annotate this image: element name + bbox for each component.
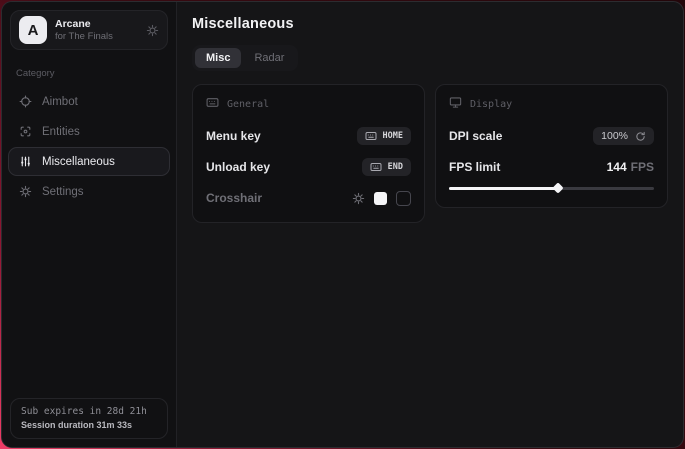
brand-card: A Arcane for The Finals	[10, 10, 168, 50]
gear-icon[interactable]	[352, 192, 365, 205]
tab-bar: Misc Radar	[192, 45, 298, 71]
display-card: Display DPI scale 100% FPS limit 144 FPS	[435, 84, 668, 208]
subscription-info-box: Sub expires in 28d 21h Session duration …	[10, 398, 168, 439]
sidebar-item-aimbot[interactable]: Aimbot	[8, 87, 170, 116]
sidebar-item-label: Aimbot	[42, 96, 78, 108]
crosshair-label: Crosshair	[206, 191, 262, 205]
cards-row: General Menu key HOME Unload key	[192, 84, 668, 223]
menu-key-value: HOME	[383, 131, 403, 141]
fps-limit-label: FPS limit	[449, 160, 500, 174]
display-card-header: Display	[449, 96, 654, 112]
tab-radar[interactable]: Radar	[243, 48, 295, 68]
unload-key-label: Unload key	[206, 160, 270, 174]
general-card: General Menu key HOME Unload key	[192, 84, 425, 223]
unload-key-value: END	[388, 162, 403, 172]
sidebar-item-settings[interactable]: Settings	[8, 177, 170, 206]
dpi-scale-row: DPI scale 100%	[449, 125, 654, 147]
sidebar-item-label: Entities	[42, 126, 80, 138]
app-logo: A	[19, 16, 47, 44]
fps-slider-thumb[interactable]	[552, 182, 563, 193]
display-card-title: Display	[470, 99, 512, 110]
session-duration-text: Session duration 31m 33s	[21, 420, 157, 430]
sidebar-item-label: Miscellaneous	[42, 156, 115, 168]
app-subtitle: for The Finals	[55, 31, 113, 43]
gear-icon[interactable]	[146, 24, 159, 37]
sidebar-item-entities[interactable]: Entities	[8, 117, 170, 146]
fps-limit-value: 144 FPS	[607, 160, 654, 174]
fps-limit-row: FPS limit 144 FPS	[449, 156, 654, 178]
fps-limit-slider[interactable]	[449, 182, 654, 194]
tab-misc[interactable]: Misc	[195, 48, 241, 68]
fps-slider-fill	[449, 187, 558, 190]
scan-eye-icon	[19, 125, 32, 138]
sidebar-item-miscellaneous[interactable]: Miscellaneous	[8, 147, 170, 176]
unload-key-row: Unload key END	[206, 156, 411, 178]
crosshair-checkbox[interactable]	[396, 191, 411, 206]
monitor-icon	[449, 96, 462, 112]
fps-number: 144	[607, 160, 627, 174]
dpi-scale-label: DPI scale	[449, 129, 502, 143]
sliders-icon	[19, 155, 32, 168]
sidebar-item-label: Settings	[42, 186, 84, 198]
crosshair-row: Crosshair	[206, 187, 411, 209]
main-content: Miscellaneous Misc Radar General Menu ke…	[177, 2, 683, 447]
dpi-scale-select[interactable]: 100%	[593, 127, 654, 145]
unload-key-bind-button[interactable]: END	[362, 158, 411, 176]
app-window: A Arcane for The Finals Category Aimbot	[1, 1, 684, 448]
dpi-scale-value: 100%	[601, 130, 628, 142]
category-label: Category	[16, 68, 162, 79]
sidebar-nav: Aimbot Entities Miscellaneous Settings	[2, 87, 176, 206]
sidebar: A Arcane for The Finals Category Aimbot	[2, 2, 177, 447]
crosshair-color-swatch[interactable]	[374, 192, 387, 205]
general-card-title: General	[227, 99, 269, 110]
crosshair-icon	[19, 95, 32, 108]
keyboard-icon	[365, 130, 377, 142]
fps-unit: FPS	[631, 160, 654, 174]
crosshair-controls	[352, 191, 411, 206]
menu-key-row: Menu key HOME	[206, 125, 411, 147]
general-card-header: General	[206, 96, 411, 112]
refresh-icon[interactable]	[635, 131, 646, 142]
menu-key-bind-button[interactable]: HOME	[357, 127, 411, 145]
keyboard-icon	[206, 96, 219, 112]
menu-key-label: Menu key	[206, 129, 261, 143]
keyboard-icon	[370, 161, 382, 173]
app-title: Arcane	[55, 18, 113, 31]
gear-icon	[19, 185, 32, 198]
brand-text: Arcane for The Finals	[55, 18, 113, 43]
page-title: Miscellaneous	[192, 16, 668, 32]
sub-expiry-text: Sub expires in 28d 21h	[21, 406, 157, 417]
